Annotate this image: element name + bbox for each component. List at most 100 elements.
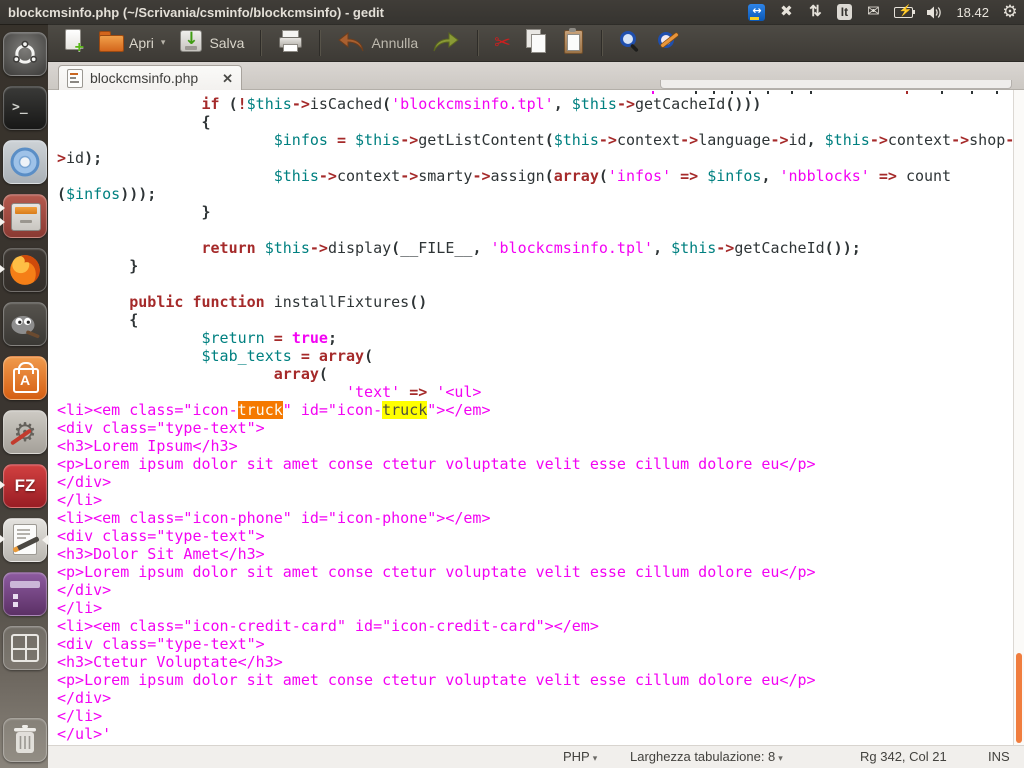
dash-icon	[3, 32, 47, 76]
clipped-line-fragment	[713, 91, 715, 94]
new-document-icon: +	[61, 28, 85, 57]
battery-indicator[interactable]: ⚡	[894, 2, 916, 22]
code-line: </ul>'	[57, 725, 112, 743]
save-button-label: Salva	[209, 34, 245, 51]
launcher-item-system-settings[interactable]: ⚙	[2, 410, 47, 454]
launcher-item-gedit[interactable]	[0, 518, 48, 562]
language-mode-selector[interactable]: PHP ▾	[563, 749, 597, 764]
tab-close-icon[interactable]: ✕	[222, 72, 233, 85]
new-document-button[interactable]: +	[58, 26, 88, 59]
launcher-item-gimp[interactable]	[2, 302, 47, 346]
filezilla-icon: FZ	[3, 464, 47, 508]
code-line: public function installFixtures()	[129, 293, 428, 311]
code-line: </div>	[57, 473, 112, 491]
code-line: $infos = $this->getListContent($this->co…	[273, 131, 1015, 149]
text-editor[interactable]: if (!$this->isCached('blockcmsinfo.tpl',…	[48, 90, 1024, 746]
system-tray: ↔ ✖ ⇅ It ✉ ⚡ 18.42 ⚙	[748, 2, 1024, 22]
launcher-item-trash[interactable]	[2, 718, 47, 762]
clipped-line-fragment	[749, 91, 751, 94]
launcher-item-chromium[interactable]	[2, 140, 47, 184]
launcher-item-software-center[interactable]: A	[2, 356, 47, 400]
code-line: <p>Lorem ipsum dolor sit amet conse ctet…	[57, 563, 816, 581]
paste-clipboard-icon	[561, 28, 585, 57]
clipped-line-fragment	[810, 91, 812, 94]
tab-width-label: Larghezza tabulazione: 8	[630, 749, 776, 764]
session-gear-indicator[interactable]: ⚙	[1002, 2, 1018, 22]
copy-button[interactable]	[521, 26, 551, 59]
code-line: </li>	[57, 707, 103, 725]
insert-mode-indicator: INS	[988, 749, 1010, 764]
open-dropdown-caret-icon[interactable]: ▾	[161, 37, 166, 48]
launcher-item-dash[interactable]	[2, 32, 47, 76]
code-line: <h3>Dolor Sit Amet</h3>	[57, 545, 265, 563]
paste-button[interactable]	[558, 26, 588, 59]
clipped-line-fragment	[695, 91, 697, 94]
open-button[interactable]: Apri ▾	[95, 26, 168, 59]
code-line: $tab_texts = array(	[201, 347, 374, 365]
search-replace-button[interactable]	[653, 27, 686, 58]
gedit-icon	[3, 518, 47, 562]
clipped-line-fragment	[791, 91, 793, 94]
code-line: }	[129, 257, 139, 275]
scrollbar-track[interactable]	[1013, 90, 1024, 746]
undo-button-label: Annulla	[371, 34, 419, 51]
toolbar: + Apri ▾ ↓ Salva Annulla ✂	[48, 24, 1024, 62]
cut-button[interactable]: ✂	[491, 29, 514, 57]
cursor-position: Rg 342, Col 21	[860, 749, 947, 764]
save-button[interactable]: ↓ Salva	[175, 26, 247, 59]
launcher-item-firefox[interactable]	[0, 248, 47, 292]
tab-width-selector[interactable]: Larghezza tabulazione: 8 ▾	[630, 749, 783, 764]
search-button[interactable]	[615, 27, 646, 58]
dropdown-caret-icon: ▾	[778, 753, 783, 763]
clipped-line-fragment	[971, 91, 973, 94]
code-line: >id);	[57, 149, 103, 167]
launcher-item-terminal[interactable]: >_	[2, 86, 47, 130]
running-pip-icon	[0, 481, 5, 489]
launcher-item-workspace-switcher[interactable]	[2, 626, 47, 670]
messages-indicator[interactable]: ✉	[865, 2, 881, 22]
code-line: <p>Lorem ipsum dolor sit amet conse ctet…	[57, 671, 816, 689]
top-panel: blockcmsinfo.php (~/Scrivania/csminfo/bl…	[0, 0, 1024, 24]
code-line: return $this->display(__FILE__, 'blockcm…	[201, 239, 861, 257]
network-arrows-indicator[interactable]: ⇅	[807, 2, 823, 22]
gedit-window: + Apri ▾ ↓ Salva Annulla ✂ blockcmsinfo.…	[48, 24, 1024, 768]
keyboard-layout-indicator[interactable]: It	[836, 2, 853, 22]
code-line: $this->context->smarty->assign(array('in…	[273, 167, 952, 185]
clipped-line-fragment	[767, 91, 769, 94]
code-line: <h3>Lorem Ipsum</h3>	[57, 437, 238, 455]
status-bar: PHP ▾ Larghezza tabulazione: 8 ▾ Rg 342, C…	[48, 745, 1024, 768]
undo-icon	[336, 29, 366, 56]
chromium-icon	[3, 140, 47, 184]
running-pip-icon	[0, 218, 5, 226]
redo-button[interactable]	[428, 27, 464, 58]
code-line: {	[201, 113, 211, 131]
open-folder-icon	[98, 28, 124, 57]
unity-launcher: >_ A ⚙ FZ	[0, 24, 48, 768]
code-line: $return = true;	[201, 329, 337, 347]
code-line: </div>	[57, 581, 112, 599]
tab-blockcmsinfo[interactable]: blockcmsinfo.php ✕	[58, 65, 242, 90]
launcher-item-filezilla[interactable]: FZ	[0, 464, 47, 508]
launcher-item-purple-app[interactable]	[2, 572, 47, 616]
focused-arrow-icon	[42, 535, 48, 545]
save-icon: ↓	[178, 28, 204, 57]
gimp-icon	[3, 302, 47, 346]
print-button[interactable]	[274, 26, 306, 59]
code-line: <div class="type-text">	[57, 419, 265, 437]
launcher-item-file-archiver[interactable]	[0, 194, 47, 238]
scrollbar-thumb[interactable]	[1016, 653, 1022, 743]
indicator-cross-indicator[interactable]: ✖	[778, 2, 794, 22]
print-icon	[277, 28, 303, 57]
clock-indicator[interactable]: 18.42	[956, 2, 989, 22]
code-line: </li>	[57, 491, 103, 509]
desktop: blockcmsinfo.php (~/Scrivania/csminfo/bl…	[0, 0, 1024, 768]
code-line: <div class="type-text">	[57, 527, 265, 545]
purple-app-icon	[3, 572, 47, 616]
undo-button[interactable]: Annulla	[333, 27, 421, 58]
terminal-icon: >_	[3, 86, 47, 130]
teamviewer-indicator[interactable]: ↔	[748, 2, 766, 22]
toolbar-separator	[600, 29, 602, 56]
volume-indicator[interactable]	[926, 2, 943, 22]
